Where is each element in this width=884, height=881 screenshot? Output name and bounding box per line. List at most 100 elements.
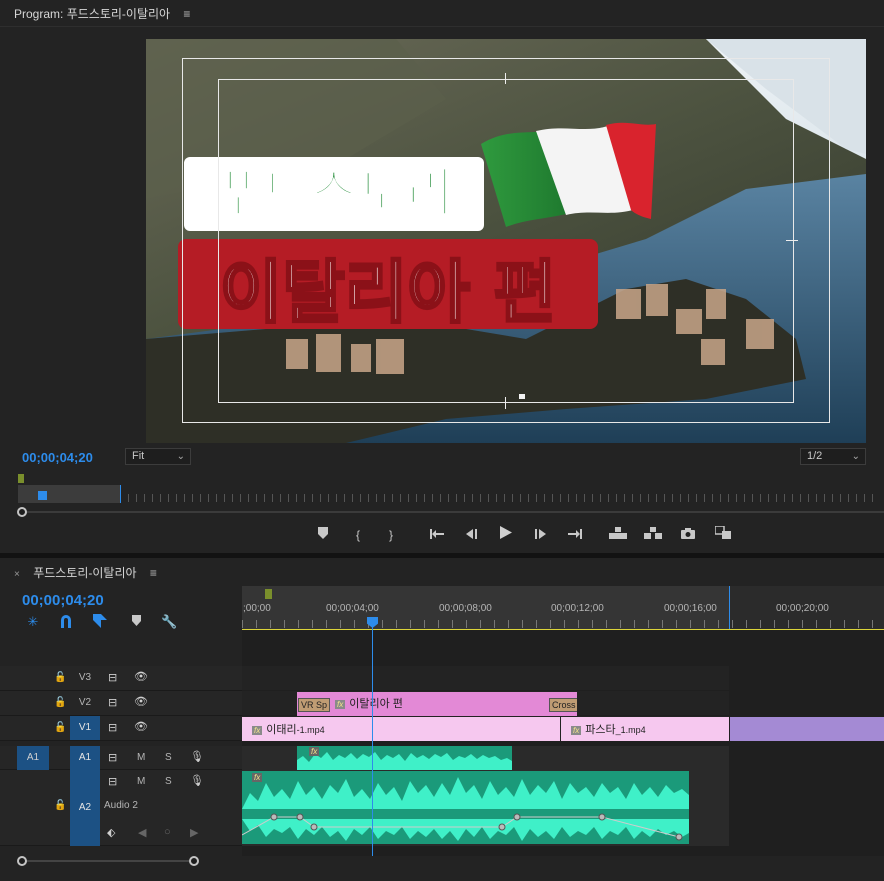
go-to-out-icon[interactable]	[565, 525, 585, 545]
lock-icon[interactable]: 🔓	[54, 697, 66, 708]
zoom-level-select[interactable]: Fit ⌄	[125, 448, 191, 465]
go-to-in-icon[interactable]	[427, 525, 447, 545]
playback-resolution-select[interactable]: 1/2 ⌄	[800, 448, 866, 465]
extract-icon[interactable]	[643, 525, 663, 545]
mute-button[interactable]: M	[137, 776, 145, 787]
timeline-panel: × 푸드스토리-이탈리아 ≡ 00;00;04;20 ✳ 🔧 ;00;00 00…	[0, 558, 884, 881]
track-name-a2[interactable]: Audio 2	[104, 800, 138, 811]
compare-icon[interactable]	[713, 525, 733, 545]
source-patch-a1[interactable]: A1	[17, 746, 49, 770]
lock-icon[interactable]: 🔓	[54, 800, 66, 811]
ruler-ticks	[120, 494, 880, 502]
linked-selection-icon[interactable]	[92, 614, 108, 630]
scroll-track	[22, 511, 884, 513]
add-keyframe-icon[interactable]: ○	[164, 826, 171, 838]
program-time-ruler[interactable]	[0, 474, 884, 506]
scroll-left-handle[interactable]	[17, 507, 27, 517]
video-clip-2-label: fx 파스타_1.mp4	[571, 721, 646, 737]
scroll-track	[22, 860, 194, 862]
mark-out-icon[interactable]: }	[381, 525, 401, 545]
chevron-down-icon: ⌄	[176, 451, 185, 462]
video-clip-1-name: 이태리	[266, 724, 297, 736]
lane-v3	[242, 666, 729, 690]
in-point-marker[interactable]	[265, 589, 272, 599]
track-target-a2[interactable]: A2	[70, 770, 100, 846]
audio-clip-a1[interactable]: fx	[297, 746, 512, 770]
mute-button[interactable]: M	[137, 752, 145, 763]
lift-icon[interactable]	[608, 525, 628, 545]
transition-cross[interactable]: Cross	[549, 698, 577, 712]
next-keyframe-icon[interactable]: ▶	[190, 826, 198, 839]
microphone-icon[interactable]: 🎙	[190, 774, 204, 787]
track-header-a1: A1 A1 ⊟ M S 🎙	[0, 746, 242, 770]
track-header-v1: 🔓 V1 ⊟ 👁	[0, 716, 242, 741]
scroll-left-handle[interactable]	[17, 856, 27, 866]
title-clip[interactable]: VR Sp fx 이탈리아 편 Cross	[297, 692, 577, 716]
timeline-timecode[interactable]: 00;00;04;20	[22, 592, 104, 609]
sync-lock-icon[interactable]: ⊟	[108, 671, 117, 684]
microphone-icon[interactable]: 🎙	[190, 750, 204, 763]
play-icon[interactable]	[496, 525, 516, 545]
sync-lock-icon[interactable]: ⊟	[108, 751, 117, 764]
ruler-label: 00;00;04;00	[326, 603, 379, 614]
track-header-v2: 🔓 V2 ⊟ 👁	[0, 691, 242, 716]
program-timecode[interactable]: 00;00;04;20	[22, 450, 93, 465]
add-marker-icon[interactable]	[128, 614, 144, 630]
in-point-marker[interactable]	[18, 474, 24, 483]
scroll-right-handle[interactable]	[189, 856, 199, 866]
sync-lock-icon[interactable]: ⊟	[108, 721, 117, 734]
playback-resolution-value: 1/2	[807, 450, 823, 462]
video-clip-2[interactable]: fx 파스타_1.mp4	[561, 717, 729, 741]
wrench-icon[interactable]: 🔧	[161, 614, 177, 630]
timeline-time-ruler[interactable]: ;00;00 00;00;04;00 00;00;08;00 00;00;12;…	[242, 586, 884, 631]
eye-icon[interactable]: 👁	[134, 695, 148, 708]
playhead-handle[interactable]	[38, 491, 47, 500]
ruler-label: 00;00;16;00	[664, 603, 717, 614]
mark-in-icon[interactable]: {	[348, 525, 368, 545]
sync-lock-icon[interactable]: ⊟	[108, 775, 117, 788]
marker-icon[interactable]	[313, 525, 333, 545]
ruler-label: 00;00;08;00	[439, 603, 492, 614]
sequence-range	[18, 485, 120, 503]
waveform	[242, 777, 689, 841]
video-clip-1-label: fx 이태리-1.mp4	[252, 721, 325, 737]
step-back-icon[interactable]	[461, 525, 481, 545]
nest-sequences-icon[interactable]: ✳	[25, 614, 41, 630]
lock-icon[interactable]: 🔓	[54, 722, 66, 733]
camera-icon[interactable]	[678, 525, 698, 545]
track-lanes: VR Sp fx 이탈리아 편 Cross fx 이태리-1.mp4 fx 파스타_1…	[242, 630, 884, 856]
program-monitor-tab[interactable]: Program: 푸드스토리-이탈리아 ≡	[14, 5, 190, 22]
video-clip-1[interactable]: fx 이태리-1.mp4	[242, 717, 560, 741]
timeline-tab[interactable]: × 푸드스토리-이탈리아 ≡	[14, 564, 157, 581]
video-clip-2-ext: _1.mp4	[615, 725, 646, 735]
lock-icon[interactable]: 🔓	[54, 672, 66, 683]
track-target-v3[interactable]: V3	[70, 672, 100, 683]
video-clip-3[interactable]	[730, 717, 884, 741]
timeline-playhead-line[interactable]	[372, 618, 373, 856]
sync-lock-icon[interactable]: ⊟	[108, 696, 117, 709]
track-target-a1[interactable]: A1	[70, 746, 100, 770]
ruler-label: ;00;00	[243, 603, 271, 614]
panel-menu-icon[interactable]: ≡	[150, 566, 157, 580]
track-target-v1[interactable]: V1	[70, 716, 100, 740]
panel-menu-icon[interactable]: ≡	[183, 7, 190, 21]
video-preview[interactable]: 푸드스토리 이탈리아 편	[146, 39, 866, 443]
program-zoom-scrollbar[interactable]	[0, 505, 884, 519]
step-forward-icon[interactable]	[531, 525, 551, 545]
solo-button[interactable]: S	[165, 752, 172, 763]
snap-magnet-icon[interactable]	[58, 614, 74, 630]
previous-keyframe-icon[interactable]: ◀	[138, 826, 146, 839]
close-icon[interactable]: ×	[14, 569, 20, 580]
title-safe-guide	[218, 79, 794, 403]
eye-icon[interactable]: 👁	[134, 670, 148, 683]
keyframe-toggle-icon[interactable]: ⬖	[107, 826, 115, 839]
title-clip-label: fx 이탈리아 편	[335, 695, 403, 711]
solo-button[interactable]: S	[165, 776, 172, 787]
transition-vr[interactable]: VR Sp	[298, 698, 331, 712]
video-clip-1-ext: -1.mp4	[296, 725, 325, 735]
eye-icon[interactable]: 👁	[134, 720, 148, 733]
fx-badge-icon: fx	[309, 747, 320, 756]
tab-divider	[0, 26, 884, 27]
track-target-v2[interactable]: V2	[70, 697, 100, 708]
audio-clip-a2[interactable]: fx	[242, 771, 689, 844]
